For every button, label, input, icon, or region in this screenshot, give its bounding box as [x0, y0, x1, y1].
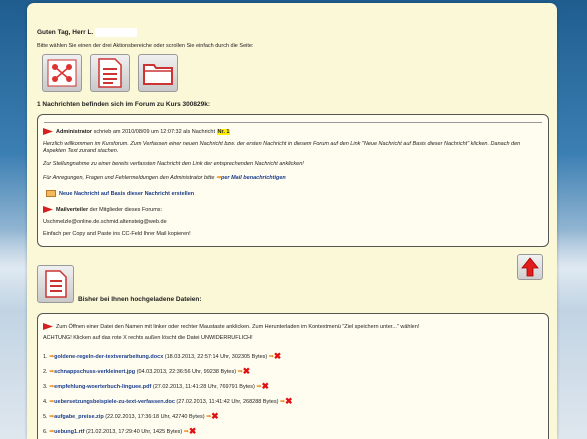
new-message-row: Neue Nachricht auf Basis dieser Nachrich…	[46, 190, 194, 197]
post-text-1: Herzlich willkommen im Kursforum. Zum Ve…	[43, 141, 521, 147]
files-warning: ACHTUNG! Klicken auf das rote X rechts a…	[43, 335, 253, 341]
folder-icon	[143, 64, 173, 85]
name-redaction	[95, 28, 138, 37]
file-link[interactable]: uebersetzungsbeispiele-zu-text-verfassen…	[54, 399, 175, 405]
delete-file-icon[interactable]: ✖	[261, 381, 269, 391]
file-link[interactable]: goldene-regeln-der-textverarbeitung.docx	[54, 354, 163, 360]
delete-file-icon[interactable]: ✖	[243, 366, 251, 376]
forum-post-box: Administrator schrieb am 2010/08/09 um 1…	[37, 114, 549, 247]
arrow-up-icon	[521, 257, 539, 277]
files-section-icon-button[interactable]	[37, 265, 74, 303]
post-author: Administrator	[56, 128, 93, 135]
folder-action-button[interactable]	[138, 54, 178, 92]
main-panel: Guten Tag, Herr L. Bitte wählen Sie eine…	[27, 3, 557, 439]
flag-icon	[43, 323, 53, 330]
action-hint: Bitte wählen Sie einen der drei Aktionsb…	[37, 43, 254, 49]
file-meta: (22.02.2013, 17:36:18 Uhr, 42740 Bytes)	[105, 413, 205, 420]
post-text-3: Zur Stellungnahme zu einer bereits verfa…	[43, 161, 304, 167]
post-text-4: Für Anregungen, Fragen und Fehlermeldung…	[43, 175, 286, 181]
file-meta: (21.02.2013, 17:29:40 Uhr, 1425 Bytes)	[85, 428, 183, 435]
mail-list-text: der Mitglieder dieses Forums:	[89, 206, 163, 213]
mail-list-row: Mailverteiler der Mitglieder dieses Foru…	[43, 206, 162, 213]
people-network-icon	[47, 59, 77, 87]
file-row: 5. ➡aufgabe_preise.zip (22.02.2013, 17:3…	[43, 411, 219, 421]
notify-admin-link[interactable]: per Mail benachrichtigen	[221, 175, 286, 181]
mail-hint: Einfach per Copy and Paste ins CC-Feld I…	[43, 231, 191, 237]
delete-file-icon[interactable]: ✖	[211, 411, 219, 421]
post-meta: schrieb am 2010/08/09 um 12:07:32 als Na…	[93, 128, 215, 135]
file-link[interactable]: empfehlung-woerterbuch-linguee.pdf	[54, 384, 151, 390]
post-number[interactable]: Nr. 1	[216, 128, 231, 135]
file-row: 1. ➡goldene-regeln-der-textverarbeitung.…	[43, 351, 282, 361]
delete-file-icon[interactable]: ✖	[285, 396, 293, 406]
files-heading: Bisher bei Ihnen hochgeladene Dateien:	[78, 296, 202, 303]
scroll-top-button[interactable]	[517, 254, 543, 280]
new-message-link[interactable]: Neue Nachricht auf Basis dieser Nachrich…	[59, 191, 194, 197]
greeting: Guten Tag, Herr L.	[37, 28, 138, 37]
forum-heading: 1 Nachrichten befinden sich im Forum zu …	[37, 101, 211, 108]
delete-file-icon[interactable]: ✖	[274, 351, 282, 361]
file-meta: (27.02.2013, 11:41:28 Uhr, 769791 Bytes)	[152, 383, 255, 390]
post-header: Administrator schrieb am 2010/08/09 um 1…	[43, 128, 231, 135]
file-row: 3. ➡empfehlung-woerterbuch-linguee.pdf (…	[43, 381, 269, 391]
divider	[44, 122, 542, 123]
file-row: 2. ➡schnappschuss-verkleinert.jpg (04.03…	[43, 366, 251, 376]
delete-file-icon[interactable]: ✖	[189, 426, 197, 436]
file-meta: (04.03.2013, 22:36:56 Uhr, 99238 Bytes)	[136, 368, 237, 375]
file-row: 6. ➡uebung1.rtf (21.02.2013, 17:29:40 Uh…	[43, 426, 197, 436]
files-hint: Zum Öffnen einer Datei den Namen mit lin…	[56, 323, 420, 330]
file-link[interactable]: schnappschuss-verkleinert.jpg	[54, 369, 135, 375]
flag-icon	[43, 128, 53, 135]
document-icon	[98, 58, 122, 88]
files-hint-row: Zum Öffnen einer Datei den Namen mit lin…	[43, 323, 419, 330]
post-text-2: Aspekten Text zurand stachen.	[43, 148, 119, 154]
file-meta: (18.03.2013, 22:57:14 Uhr, 302305 Bytes)	[164, 353, 268, 360]
forum-action-button[interactable]	[42, 54, 82, 92]
files-box: Zum Öffnen einer Datei den Namen mit lin…	[37, 313, 549, 439]
file-meta: (27.02.2013, 11:41:42 Uhr, 268288 Bytes)	[176, 398, 279, 405]
file-link[interactable]: uebung1.rtf	[54, 429, 84, 435]
envelope-icon	[46, 190, 56, 197]
flag-icon	[43, 206, 53, 213]
mail-list-label: Mailverteiler	[56, 206, 89, 213]
file-row: 4. ➡uebersetzungsbeispiele-zu-text-verfa…	[43, 396, 293, 406]
document-icon	[44, 270, 67, 298]
files-action-button[interactable]	[90, 54, 130, 92]
file-link[interactable]: aufgabe_preise.zip	[54, 414, 104, 420]
mail-addresses[interactable]: Uschmelzle@online.de.schmid.altensteig@w…	[43, 219, 167, 225]
